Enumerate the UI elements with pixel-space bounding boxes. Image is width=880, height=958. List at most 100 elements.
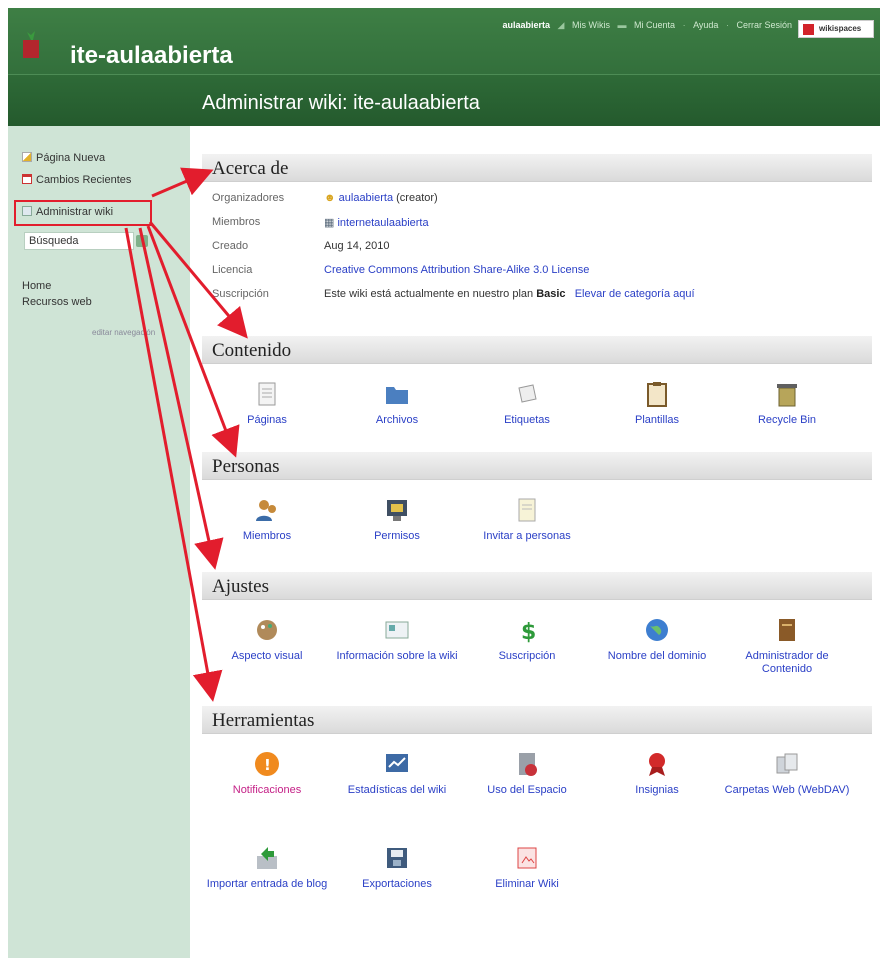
sidebar-item-recent-changes[interactable]: Cambios Recientes [22, 174, 131, 186]
statistics-icon [386, 754, 408, 772]
notifications-icon: ! [255, 752, 279, 776]
tool-files[interactable]: Archivos [332, 380, 462, 427]
license-link[interactable]: Creative Commons Attribution Share-Alike… [324, 264, 589, 276]
about-label: Organizadores [212, 192, 285, 204]
section-people-heading: Personas [202, 452, 872, 480]
info-card-icon [385, 621, 409, 639]
tool-label: Exportaciones [362, 878, 432, 890]
tool-label: Etiquetas [504, 414, 550, 426]
webdav-folder-icon [776, 753, 798, 774]
logout-link[interactable]: Cerrar Sesión [736, 20, 792, 30]
my-wikis-icon: ◢ [557, 20, 565, 30]
export-icon [387, 848, 407, 868]
nav-divider: · [682, 20, 686, 30]
tool-look-and-feel[interactable]: Aspecto visual [202, 616, 332, 663]
tool-label: Miembros [242, 530, 292, 542]
tool-members[interactable]: Miembros [202, 496, 332, 543]
import-icon [257, 847, 277, 869]
tool-exports[interactable]: Exportaciones [332, 844, 462, 891]
svg-text:$: $ [521, 620, 536, 644]
tool-import-blog[interactable]: Importar entrada de blog [202, 844, 332, 891]
tool-subscription[interactable]: $ Suscripción [462, 616, 592, 663]
section-content-heading: Contenido [202, 336, 872, 364]
about-value: Creative Commons Attribution Share-Alike… [324, 264, 589, 276]
tool-label: Recycle Bin [757, 414, 817, 426]
sidebar-link-web-resources[interactable]: Recursos web [22, 296, 92, 308]
tool-webdav[interactable]: Carpetas Web (WebDAV) [722, 750, 852, 797]
calendar-icon [22, 174, 32, 184]
upgrade-link[interactable]: Elevar de categoría aquí [575, 288, 695, 300]
tool-label: Archivos [375, 414, 419, 426]
about-label: Miembros [212, 216, 261, 228]
nav-divider: · [725, 20, 729, 30]
tool-templates[interactable]: Plantillas [592, 380, 722, 427]
tool-label: Estadísticas del wiki [347, 784, 447, 796]
tool-tags[interactable]: Etiquetas [462, 380, 592, 427]
organizer-link[interactable]: aulaabierta [339, 192, 393, 204]
invite-icon [518, 498, 536, 522]
search-go-button[interactable] [136, 235, 148, 247]
tool-label: Plantillas [634, 414, 680, 426]
tool-space-usage[interactable]: Uso del Espacio [462, 750, 592, 797]
username-link[interactable]: aulaabierta [503, 20, 551, 30]
delete-wiki-icon [517, 847, 537, 869]
new-page-icon [22, 152, 32, 162]
tool-delete-wiki[interactable]: Eliminar Wiki [462, 844, 592, 891]
sidebar-item-new-page[interactable]: Página Nueva [22, 152, 105, 164]
tool-recycle-bin[interactable]: Recycle Bin [722, 380, 852, 427]
sidebar-link-home[interactable]: Home [22, 280, 51, 292]
page-title: Administrar wiki: ite-aulaabierta [202, 92, 480, 114]
wikispaces-badge[interactable]: wikispaces [798, 20, 874, 38]
main-content: Acerca de Organizadores ☻ aulaabierta (c… [192, 140, 878, 958]
tool-label: Eliminar Wiki [495, 878, 559, 890]
badge-icon [649, 753, 665, 776]
tool-label: Permisos [374, 530, 420, 542]
user-nav: aulaabierta ◢ Mis Wikis ▬ Mi Cuenta · Ay… [498, 20, 793, 31]
folder-icon [386, 387, 408, 404]
sidebar-item-label: Cambios Recientes [36, 174, 132, 186]
member-link[interactable]: internetaulaabierta [337, 217, 428, 229]
tool-statistics[interactable]: Estadísticas del wiki [332, 750, 462, 797]
tool-label: Páginas [247, 414, 287, 426]
my-account-link[interactable]: Mi Cuenta [634, 20, 675, 30]
about-value: Este wiki está actualmente en nuestro pl… [324, 288, 695, 300]
member-icon: ▦ [324, 217, 335, 229]
section-about-heading: Acerca de [202, 154, 872, 182]
search-input[interactable]: Búsqueda [24, 232, 134, 250]
account-icon: ▬ [617, 20, 627, 30]
section-settings-heading: Ajustes [202, 572, 872, 600]
tool-label: Importar entrada de blog [206, 878, 328, 890]
site-header: ite-aulaabierta Administrar wiki: ite-au… [8, 8, 880, 126]
wiki-logo-icon [23, 31, 39, 58]
tool-content-manager[interactable]: Administrador de Contenido [722, 616, 852, 676]
tool-wiki-info[interactable]: Información sobre la wiki [332, 616, 462, 663]
tool-badges[interactable]: Insignias [592, 750, 722, 797]
globe-icon [646, 619, 668, 641]
tool-invite[interactable]: Invitar a personas [462, 496, 592, 543]
section-tools-heading: Herramientas [202, 706, 872, 734]
help-link[interactable]: Ayuda [693, 20, 718, 30]
tool-label: Información sobre la wiki [336, 650, 458, 662]
tool-label: Nombre del dominio [607, 650, 707, 662]
wikispaces-logo-icon [803, 24, 814, 35]
edit-navigation-link[interactable]: editar navegación [92, 328, 155, 337]
space-usage-icon [519, 753, 537, 776]
about-value: ▦ internetaulaabierta [324, 216, 429, 229]
manage-wiki-highlight [14, 200, 152, 226]
about-label: Licencia [212, 264, 253, 276]
dollar-icon: $ [521, 620, 536, 644]
pages-icon [258, 382, 276, 406]
tool-notifications[interactable]: ! Notificaciones [202, 750, 332, 797]
tool-label: Aspecto visual [231, 650, 303, 662]
my-wikis-link[interactable]: Mis Wikis [572, 20, 610, 30]
tool-permissions[interactable]: Permisos [332, 496, 462, 543]
user-icon: ☻ [324, 192, 336, 204]
tool-domain-name[interactable]: Nombre del dominio [592, 616, 722, 663]
site-name[interactable]: ite-aulaabierta [70, 42, 233, 70]
tool-pages[interactable]: Páginas [202, 380, 332, 427]
subscription-text: Este wiki está actualmente en nuestro pl… [324, 288, 534, 300]
tool-label: Suscripción [498, 650, 556, 662]
subscription-plan: Basic [536, 288, 566, 300]
tag-icon [518, 384, 537, 403]
tool-label: Carpetas Web (WebDAV) [724, 784, 850, 796]
